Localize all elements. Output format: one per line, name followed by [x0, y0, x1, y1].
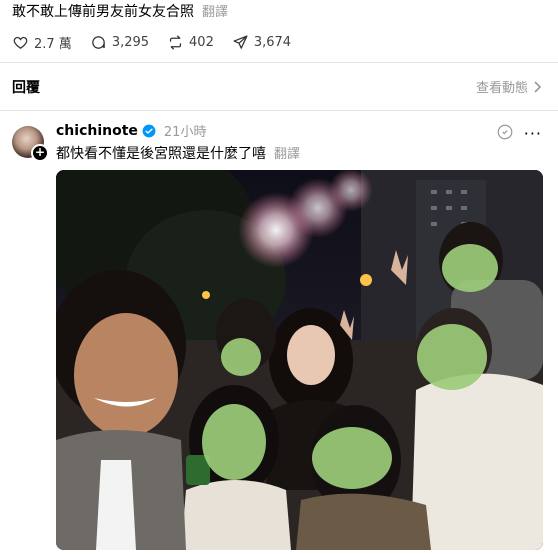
more-icon[interactable]: ··· — [524, 124, 542, 143]
like-count: 2.7 萬 — [34, 37, 72, 52]
translate-link[interactable]: 翻譯 — [202, 5, 228, 20]
username-link[interactable]: chichinote — [56, 123, 138, 139]
post-text: 敢不敢上傳前男友前女友合照 翻譯 — [12, 2, 228, 23]
reply-time: 21小時 — [163, 125, 207, 140]
divider — [0, 62, 558, 63]
repost-icon[interactable] — [496, 123, 514, 141]
divider — [0, 110, 558, 111]
comment-icon — [92, 36, 105, 49]
reply-text: 都快看不懂是後宮照還是什麼了嘻 翻譯 — [56, 144, 300, 165]
share-icon — [233, 35, 248, 49]
share-button[interactable]: 3,674 — [232, 34, 291, 51]
plus-icon[interactable]: + — [31, 144, 49, 162]
chevron-right-icon — [534, 80, 542, 93]
replies-title: 回覆 — [12, 80, 40, 96]
photo-illustration — [56, 170, 543, 550]
view-activity-label: 查看動態 — [475, 81, 528, 96]
verified-icon — [142, 124, 156, 137]
comment-count: 3,295 — [111, 35, 150, 50]
reply-content: 都快看不懂是後宮照還是什麼了嘻 — [56, 146, 266, 162]
reply-photo[interactable] — [56, 170, 543, 550]
translate-link[interactable]: 翻譯 — [274, 147, 300, 162]
heart-icon — [13, 36, 28, 49]
post-text-content: 敢不敢上傳前男友前女友合照 — [12, 4, 194, 20]
share-count: 3,674 — [253, 35, 292, 50]
reply-author: chichinote 21小時 — [56, 121, 207, 141]
repost-button[interactable]: 402 — [167, 34, 214, 51]
post-stats: 2.7 萬 3,295 402 3,674 — [12, 33, 291, 52]
like-button[interactable]: 2.7 萬 — [12, 33, 72, 52]
repost-icon — [169, 35, 182, 50]
repost-count: 402 — [189, 35, 214, 50]
comment-button[interactable]: 3,295 — [90, 34, 149, 51]
view-activity-link[interactable]: 查看動態 — [476, 77, 542, 96]
